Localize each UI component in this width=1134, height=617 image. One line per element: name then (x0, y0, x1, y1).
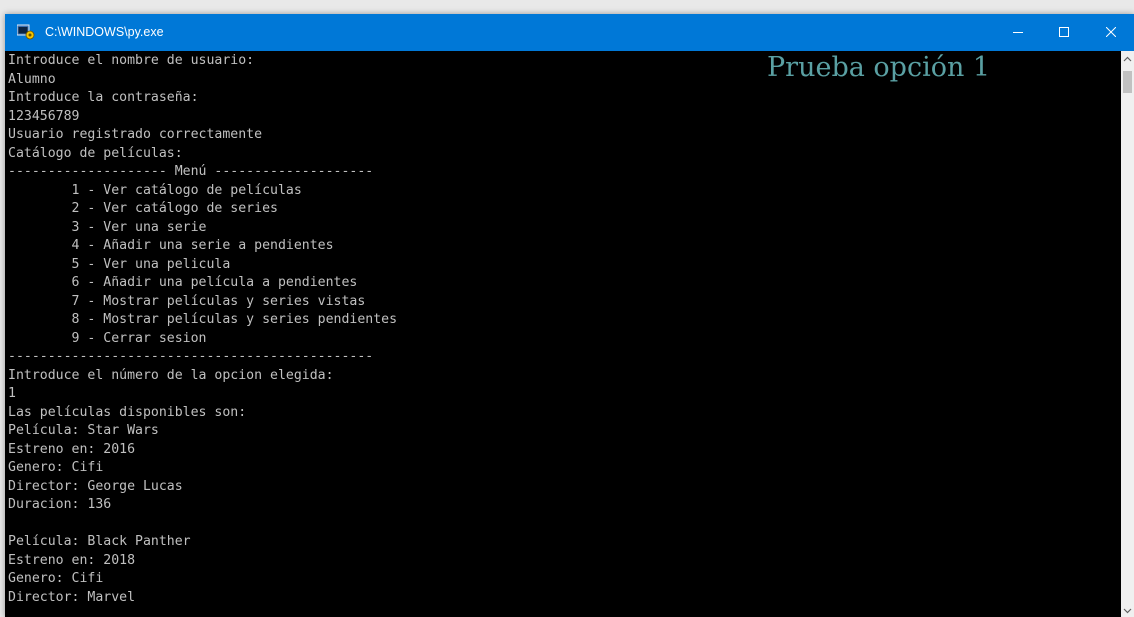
scroll-down-button[interactable] (1121, 603, 1134, 617)
console-line: Genero: Cifi (8, 460, 104, 475)
console-line: 6 - Añadir una película a pendientes (8, 275, 358, 290)
minimize-button[interactable] (995, 14, 1041, 51)
console-line: Estreno en: 2016 (8, 441, 136, 457)
minimize-icon (1013, 24, 1023, 42)
maximize-button[interactable] (1041, 14, 1087, 51)
python-launcher-icon[interactable] (16, 24, 35, 40)
console-line: Película: Black Panther (8, 534, 191, 549)
console-line: Director: George Lucas (8, 478, 183, 494)
console-line: Introduce el nombre de usuario: (8, 53, 255, 68)
console-line: Introduce la contraseña: (8, 90, 199, 105)
console-line: 7 - Mostrar películas y series vistas (8, 293, 366, 309)
scroll-up-button[interactable] (1121, 51, 1134, 65)
close-icon (1105, 24, 1117, 42)
console-line: 4 - Añadir una serie a pendientes (8, 238, 334, 253)
console-line: 1 (8, 386, 16, 401)
console-line: Estreno en: 2018 (8, 552, 136, 568)
console-line: ----------------------------------------… (8, 349, 374, 364)
window-title: C:\WINDOWS\py.exe (45, 25, 164, 39)
console-line: Usuario registrado correctamente (8, 127, 263, 142)
console-line: Introduce el número de la opcion elegida… (8, 367, 334, 383)
console-window: C:\WINDOWS\py.exe Introduce el nombre de… (5, 14, 1134, 617)
console-line: Película: Star Wars (8, 423, 159, 438)
console-line: Alumno (8, 71, 56, 87)
console-line: 8 - Mostrar películas y series pendiente… (8, 312, 398, 327)
console-line: 2 - Ver catálogo de series (8, 201, 278, 216)
console-line: Director: Marvel (8, 589, 136, 605)
console-line: 123456789 (8, 108, 80, 124)
console-line: 1 - Ver catálogo de películas (8, 182, 302, 198)
console-line: Catálogo de películas: (8, 145, 183, 161)
maximize-icon (1059, 24, 1069, 42)
console-line: Genero: Cifi (8, 571, 104, 586)
console-text: Introduce el nombre de usuario: Alumno Int… (8, 52, 397, 607)
console-line: 9 - Cerrar sesion (8, 330, 207, 346)
scroll-down-arrow-icon (1123, 601, 1132, 617)
title-bar[interactable]: C:\WINDOWS\py.exe (5, 14, 1134, 51)
annotation-label: Prueba opción 1 (767, 52, 991, 83)
console-line: -------------------- Menú --------------… (8, 164, 374, 179)
close-button[interactable] (1088, 14, 1134, 51)
console-line: Duracion: 136 (8, 497, 112, 512)
console-output[interactable]: Introduce el nombre de usuario: Alumno Int… (5, 51, 1121, 617)
scroll-up-arrow-icon (1123, 49, 1132, 67)
console-line: 5 - Ver una pelicula (8, 256, 231, 272)
vertical-scrollbar[interactable] (1121, 51, 1134, 617)
console-line: Las películas disponibles son: (8, 404, 247, 420)
scroll-thumb[interactable] (1123, 71, 1132, 93)
console-line: 3 - Ver una serie (8, 219, 207, 235)
